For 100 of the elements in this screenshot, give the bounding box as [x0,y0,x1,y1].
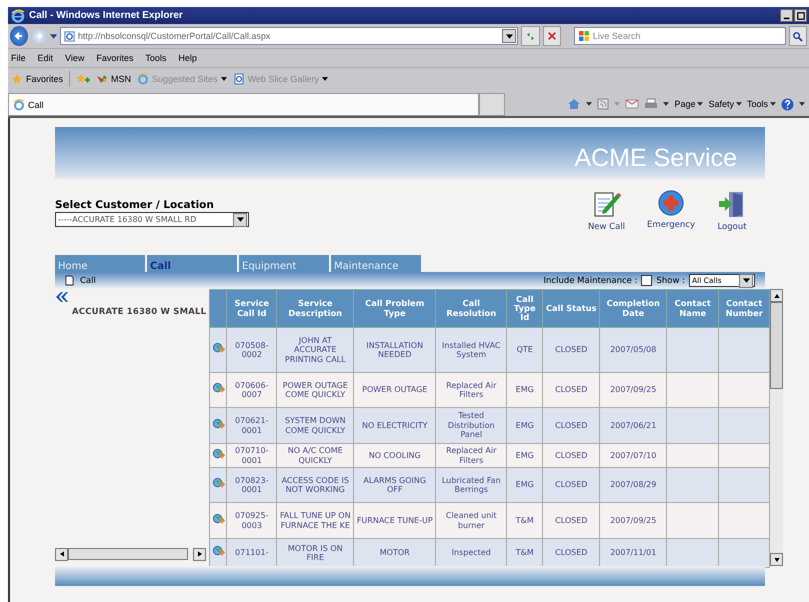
table-cell: CLOSED [542,328,600,372]
table-cell: Tested Distribution Panel [436,408,507,444]
caret-icon[interactable] [770,102,776,106]
table-cell: SYSTEM DOWN COME QUICKLY [276,408,354,444]
dropdown-arrow-icon[interactable] [236,217,244,222]
menu-item[interactable]: Edit [38,53,54,63]
menu-item[interactable]: Help [178,53,197,63]
action-link[interactable]: New Call [588,222,626,232]
stop-button[interactable] [542,26,561,46]
column-header: Call Problem Type [354,290,436,328]
browser-tab[interactable]: Call [8,93,479,116]
table-cell: CLOSED [542,468,600,502]
document-icon [65,275,74,286]
butterfly-icon[interactable] [96,73,108,85]
caret-icon[interactable] [736,102,742,106]
column-header: Service Description [276,290,354,328]
address-field[interactable]: http://nbsolconsql/CustomerPortal/Call/Call.aspx [60,27,518,45]
scroll-up-icon[interactable] [774,294,780,298]
table-cell: CLOSED [542,502,600,538]
table-cell: NO ELECTRICITY [354,408,436,444]
customer-label: Select Customer / Location [55,199,215,211]
column-header: Call Type Id [506,290,543,328]
table-cell: 2007/06/21 [600,408,667,444]
search-icon[interactable] [792,30,804,42]
action-link[interactable]: Logout [717,222,747,232]
scroll-left-icon[interactable] [60,551,64,557]
table-cell: Cleaned unit burner [436,502,507,538]
vertical-scrollbar[interactable] [770,289,784,566]
refresh-icon[interactable] [524,30,536,42]
table-cell: CLOSED [542,372,600,408]
back-button[interactable] [10,26,28,46]
command-menu[interactable]: Page [674,99,704,109]
table-cell: 2007/08/29 [600,468,667,502]
search-button[interactable] [788,26,808,46]
search-engine-icon [578,30,590,42]
table-cell: 2007/07/10 [600,444,667,468]
star-icon[interactable] [11,73,23,85]
caret-icon[interactable] [586,102,592,106]
table-cell: QTE [506,328,543,372]
feeds-icon[interactable] [597,98,610,110]
view-details-icon[interactable] [212,512,225,526]
table-cell: NO COOLING [354,444,436,468]
favorites-link[interactable]: MSN [96,73,132,85]
table-cell: CLOSED [542,444,600,468]
table-cell: INSTALLATION NEEDED [354,328,436,372]
caret-icon[interactable] [697,102,704,106]
table-cell: POWER OUTAGE [354,372,436,408]
table-cell: Lubricated Fan Berrings [436,468,507,502]
ie-logo-icon[interactable] [13,98,25,110]
table-cell: 070823-0001 [226,468,277,502]
nav-tab[interactable]: Call [147,255,237,272]
table-cell: JOHN AT ACCURATE PRINTING CALL [276,328,354,372]
caret-icon[interactable] [799,102,805,106]
menu-item[interactable]: Tools [145,53,166,63]
medical-cross-icon[interactable] [657,189,686,217]
favorites-link[interactable]: Favorites [11,73,64,85]
help-icon[interactable] [781,98,794,110]
command-menu[interactable]: Safety [708,99,742,109]
print-icon[interactable] [644,98,658,110]
table-cell: 2007/09/25 [600,372,667,408]
column-header: Service Call Id [226,290,277,328]
table-cell: Installed HVAC System [436,328,507,372]
app-title: ACME Service [574,144,737,173]
scroll-right-icon[interactable] [198,551,202,557]
view-details-icon[interactable] [212,477,225,490]
dropdown-arrow-icon[interactable] [506,34,513,38]
action-link[interactable]: Emergency [647,220,695,230]
table-cell: 2007/11/01 [600,538,667,568]
table-cell: EMG [506,372,543,408]
menu-item[interactable]: View [65,53,84,63]
search-field[interactable]: Live Search [574,27,786,45]
menu-item[interactable]: File [11,53,26,63]
caret-icon[interactable] [50,34,57,38]
mail-icon[interactable] [625,99,640,109]
include-maintenance-checkbox[interactable] [641,275,652,286]
horizontal-scrollbar[interactable] [55,548,206,560]
table-cell: 071101- [226,538,277,568]
view-details-icon[interactable] [212,418,225,431]
maximize-icon[interactable] [796,12,804,20]
table-cell: 2007/09/25 [600,502,667,538]
dropdown-arrow-icon[interactable] [742,278,750,283]
table-cell: EMG [506,468,543,502]
maximize-button[interactable] [794,9,807,22]
column-header: Call Resolution [436,290,507,328]
view-details-icon[interactable] [212,342,225,356]
view-details-icon[interactable] [212,448,225,461]
table-cell: ALARMS GOING OFF [354,468,436,502]
table-cell: Inspected [436,538,507,568]
minimize-button[interactable] [780,9,793,22]
column-header: Completion Date [600,290,667,328]
close-icon[interactable] [546,31,557,41]
caret-icon[interactable] [663,102,670,106]
command-menu[interactable]: Tools [746,99,776,109]
scroll-down-icon[interactable] [774,558,780,562]
customer-dropdown[interactable]: -----ACCURATE 16380 W SMALL RD [55,212,249,227]
customer-name: ACCURATE 16380 W SMALL [72,307,206,317]
view-details-icon[interactable] [212,545,225,558]
menu-item[interactable]: Favorites [96,53,134,63]
collapse-icon[interactable] [56,292,68,302]
view-details-icon[interactable] [212,382,225,396]
